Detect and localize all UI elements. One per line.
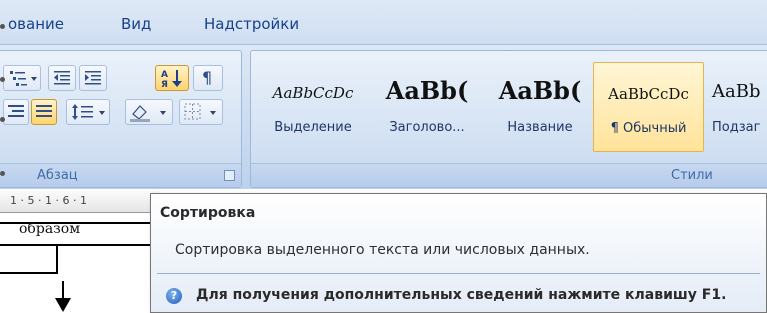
multilevel-list-icon: [10, 71, 37, 86]
style-subtitle[interactable]: AaBb Подзаг: [708, 62, 767, 152]
dialog-launcher-icon[interactable]: [224, 170, 235, 181]
multilevel-list-button[interactable]: [3, 65, 41, 91]
ruler-marks: 1 · 5 · 1 · 6 · 1: [10, 194, 87, 207]
style-sample: AaBbCcDc: [608, 85, 689, 103]
increase-indent-icon: [85, 71, 101, 85]
align-right-button[interactable]: [3, 99, 29, 125]
paragraph-group: А Я ¶ Абзац: [0, 50, 242, 188]
tooltip-description: Сортировка выделенного текста или числов…: [175, 242, 590, 258]
sort-tooltip: Сортировка Сортировка выделенного текста…: [150, 193, 767, 313]
style-name: Подзаг: [712, 120, 761, 135]
style-name: Заголово...: [389, 120, 465, 135]
justify-button[interactable]: [31, 99, 57, 125]
help-icon: ?: [166, 288, 182, 304]
style-heading1[interactable]: AaBb( Заголово...: [372, 62, 482, 152]
svg-text:Я: Я: [161, 80, 168, 90]
style-name: Выделение: [274, 120, 352, 135]
tooltip-help-text: Для получения дополнительных сведений на…: [196, 287, 727, 303]
tab-view[interactable]: Вид: [121, 15, 151, 33]
ribbon-tabs: ование Вид Надстройки: [0, 0, 767, 44]
tab-addins[interactable]: Надстройки: [204, 15, 299, 33]
style-sample: AaBb(: [498, 76, 582, 105]
increase-indent-button[interactable]: [79, 65, 107, 91]
flowchart-line: [0, 272, 58, 274]
show-formatting-button[interactable]: ¶: [193, 65, 223, 91]
pilcrow-icon: ¶: [202, 68, 213, 87]
horizontal-ruler[interactable]: 1 · 5 · 1 · 6 · 1: [0, 189, 160, 213]
style-sample: AaBbCcDc: [272, 84, 354, 102]
style-sample: AaBb: [712, 81, 761, 102]
style-name: ¶ Обычный: [610, 121, 687, 136]
justify-icon: [36, 105, 52, 117]
decrease-indent-button[interactable]: [48, 65, 76, 91]
flowchart-arrow: [55, 298, 71, 312]
paragraph-label-text: Абзац: [37, 168, 78, 183]
svg-text:А: А: [161, 70, 168, 80]
tooltip-separator: [157, 273, 760, 274]
line-spacing-button[interactable]: [66, 99, 110, 125]
style-name: Название: [507, 120, 573, 135]
style-title[interactable]: AaBb( Название: [485, 62, 595, 152]
decrease-indent-icon: [54, 71, 70, 85]
styles-label-text: Стили: [671, 168, 713, 183]
style-emphasis[interactable]: AaBbCcDc Выделение: [258, 62, 368, 152]
line-spacing-icon: [72, 104, 105, 120]
document-text: образом: [19, 221, 81, 237]
shading-button[interactable]: [125, 99, 173, 125]
borders-button[interactable]: [179, 99, 223, 125]
align-right-icon: [8, 105, 24, 117]
paragraph-group-label: Абзац: [0, 163, 241, 187]
borders-icon: [184, 103, 216, 120]
style-sample: AaBb(: [385, 76, 469, 105]
style-normal[interactable]: AaBbCcDc ¶ Обычный: [593, 62, 704, 152]
tooltip-title: Сортировка: [160, 205, 256, 221]
sort-icon: А Я: [161, 70, 182, 90]
tab-review[interactable]: ование: [8, 15, 64, 33]
word-window: ование Вид Надстройки А Я ¶ Абзац Стили …: [0, 0, 767, 313]
sort-button[interactable]: А Я: [155, 65, 189, 91]
flowchart-line: [56, 246, 58, 273]
styles-group-label: Стили: [251, 163, 767, 187]
shading-icon: [130, 105, 166, 122]
